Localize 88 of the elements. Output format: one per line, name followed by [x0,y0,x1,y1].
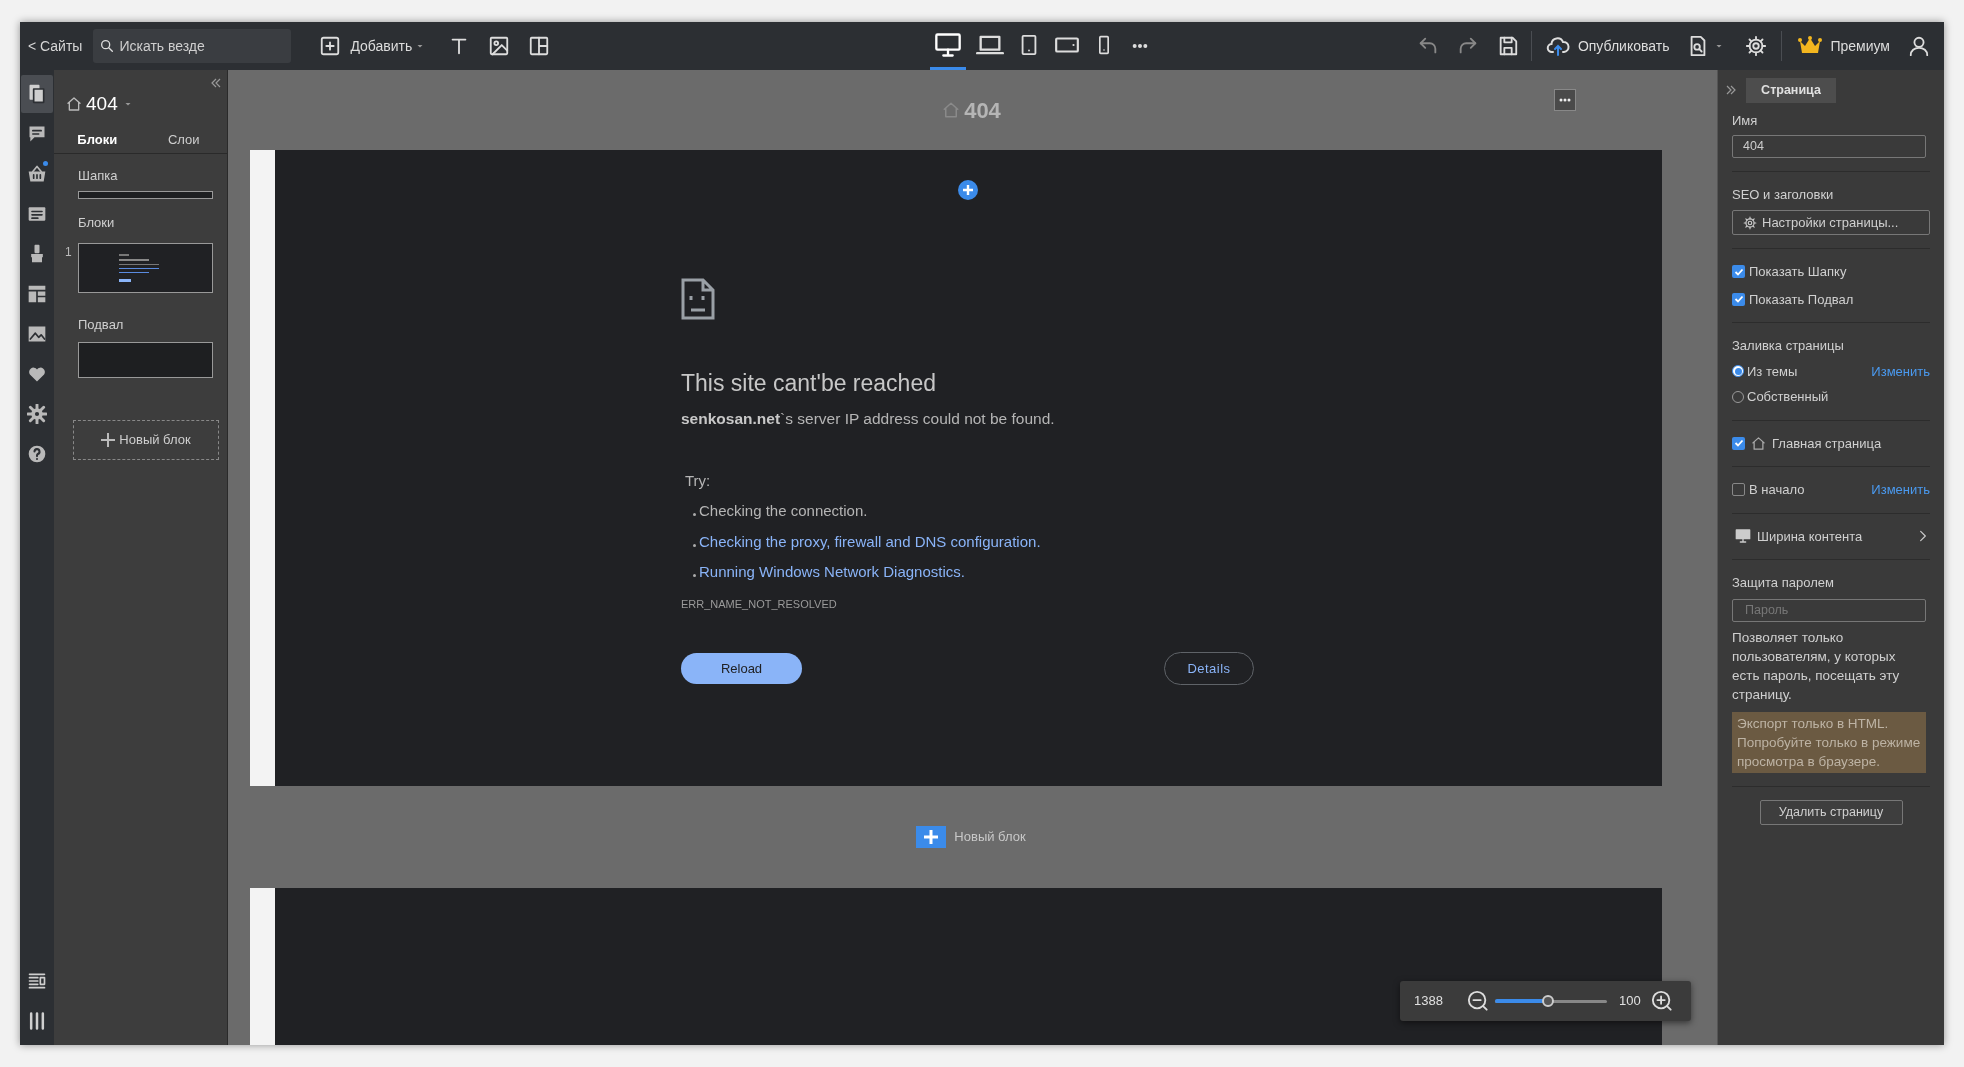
page-title[interactable]: 404 [86,90,118,119]
radio-label: Из темы [1747,362,1798,381]
page-title: 404 [964,96,1001,125]
checkbox[interactable] [1732,436,1745,450]
panel-tab[interactable]: Слои [140,126,227,153]
section-label: Блоки [78,214,116,232]
home-icon [942,101,961,119]
sidebar-tab[interactable] [21,75,53,113]
gear-icon [1743,215,1757,230]
field-label: SEO и заголовки [1732,185,1835,204]
back-link[interactable]: < Сайты [28,35,83,57]
block-thumbnail[interactable] [78,242,213,293]
section-label: Подвал [78,315,125,334]
image-tool-icon[interactable] [488,35,511,57]
plus-icon [916,826,947,848]
new-block-button[interactable]: Новый блок [73,420,219,460]
checkbox[interactable] [1732,292,1745,306]
checkbox-label: Главная страница [1772,434,1882,453]
crown-icon [1798,36,1823,56]
template-icon [27,284,47,304]
content-width-row[interactable]: Ширина контента [1732,526,1930,546]
suggestion-link[interactable]: Running Windows Network Diagnostics. [699,561,965,584]
pages-icon [27,84,47,104]
zoom-value: 100 [1618,992,1641,1011]
checkbox[interactable] [1732,483,1745,497]
home-icon [1751,435,1766,451]
panel-tab[interactable]: Блоки [54,126,141,153]
suggestion-link[interactable]: Checking the proxy, firewall and DNS configuration. [699,530,1041,554]
comment-icon [27,124,47,144]
content-width-value: 1388 [1414,992,1443,1011]
radio-button[interactable] [1732,365,1744,378]
help-icon [27,444,47,464]
page-block[interactable] [250,150,1662,786]
user-icon[interactable] [1908,35,1930,57]
name-field[interactable]: 404 [1732,134,1926,158]
image-icon [27,324,47,344]
footer-thumbnail[interactable] [78,342,213,378]
checkbox[interactable] [1732,265,1745,279]
page-block[interactable] [250,888,1662,1045]
plus-icon [101,433,116,447]
premium-button[interactable]: Премиум [1798,35,1890,57]
search-field[interactable]: Искать везде [93,29,292,63]
radio-label: Собственный [1747,388,1829,406]
zoom-out-icon[interactable] [1466,990,1489,1012]
checkbox-label: Показать Подвал [1749,290,1854,309]
checkbox-label: Показать Шапку [1749,263,1847,281]
add-menu-button[interactable]: Добавить [350,35,427,57]
field-label: Защита паролем [1732,574,1835,592]
delete-page-button[interactable]: Удалить страницу [1759,799,1903,825]
search-icon [99,38,116,54]
zoom-in-icon[interactable] [1650,990,1673,1012]
expand-icon[interactable] [1726,85,1736,95]
page-settings-button[interactable]: Настройки страницы... [1732,210,1930,235]
block-number: 1 [65,243,72,261]
error-title: This site cant'be reached [681,369,937,398]
add-block-icon[interactable] [958,180,978,200]
form-icon [27,204,47,224]
monitor-icon [1735,528,1751,545]
collapse-icon[interactable] [211,78,221,88]
zoom-slider[interactable] [1494,995,1607,1007]
checkbox-label: В начало [1749,481,1805,499]
sad-document-icon [681,278,715,320]
header-thumbnail[interactable] [78,191,213,199]
publish-button[interactable]: Опубликовать [1543,34,1670,58]
list-icon [27,971,47,991]
home-icon [66,96,82,113]
more-icon[interactable] [1554,89,1576,111]
field-label: Заливка страницы [1732,337,1845,355]
try-label: Try: [685,470,712,491]
settings-icon[interactable] [1745,35,1768,57]
columns-icon [27,1011,47,1031]
change-link[interactable]: Изменить [1871,480,1930,500]
section-label: Шапка [78,166,119,185]
settings-icon [27,404,47,424]
panel-tab[interactable]: Страница [1746,78,1836,103]
error-code: ERR_NAME_NOT_RESOLVED [681,596,838,612]
layout-tool-icon[interactable] [528,35,551,57]
password-field[interactable]: Пароль [1732,598,1926,622]
monitor-icon [934,30,963,59]
export-warning: Экспорт только в HTML. Попробуйте только в режиме просмотра в браузере. [1732,711,1926,773]
add-box-icon[interactable] [319,35,342,57]
field-label: Имя [1732,112,1759,130]
reload-button[interactable]: Reload [681,653,802,685]
password-description: Позволяет только пользователям, у которых есть пароль, посещать эту страницу. [1732,628,1901,704]
error-message: senkosan.net`s server IP address could not be found. [681,408,1056,429]
change-link[interactable]: Изменить [1871,361,1930,381]
suggestion-text: Checking the connection. [699,501,868,522]
basket-icon [27,164,47,184]
